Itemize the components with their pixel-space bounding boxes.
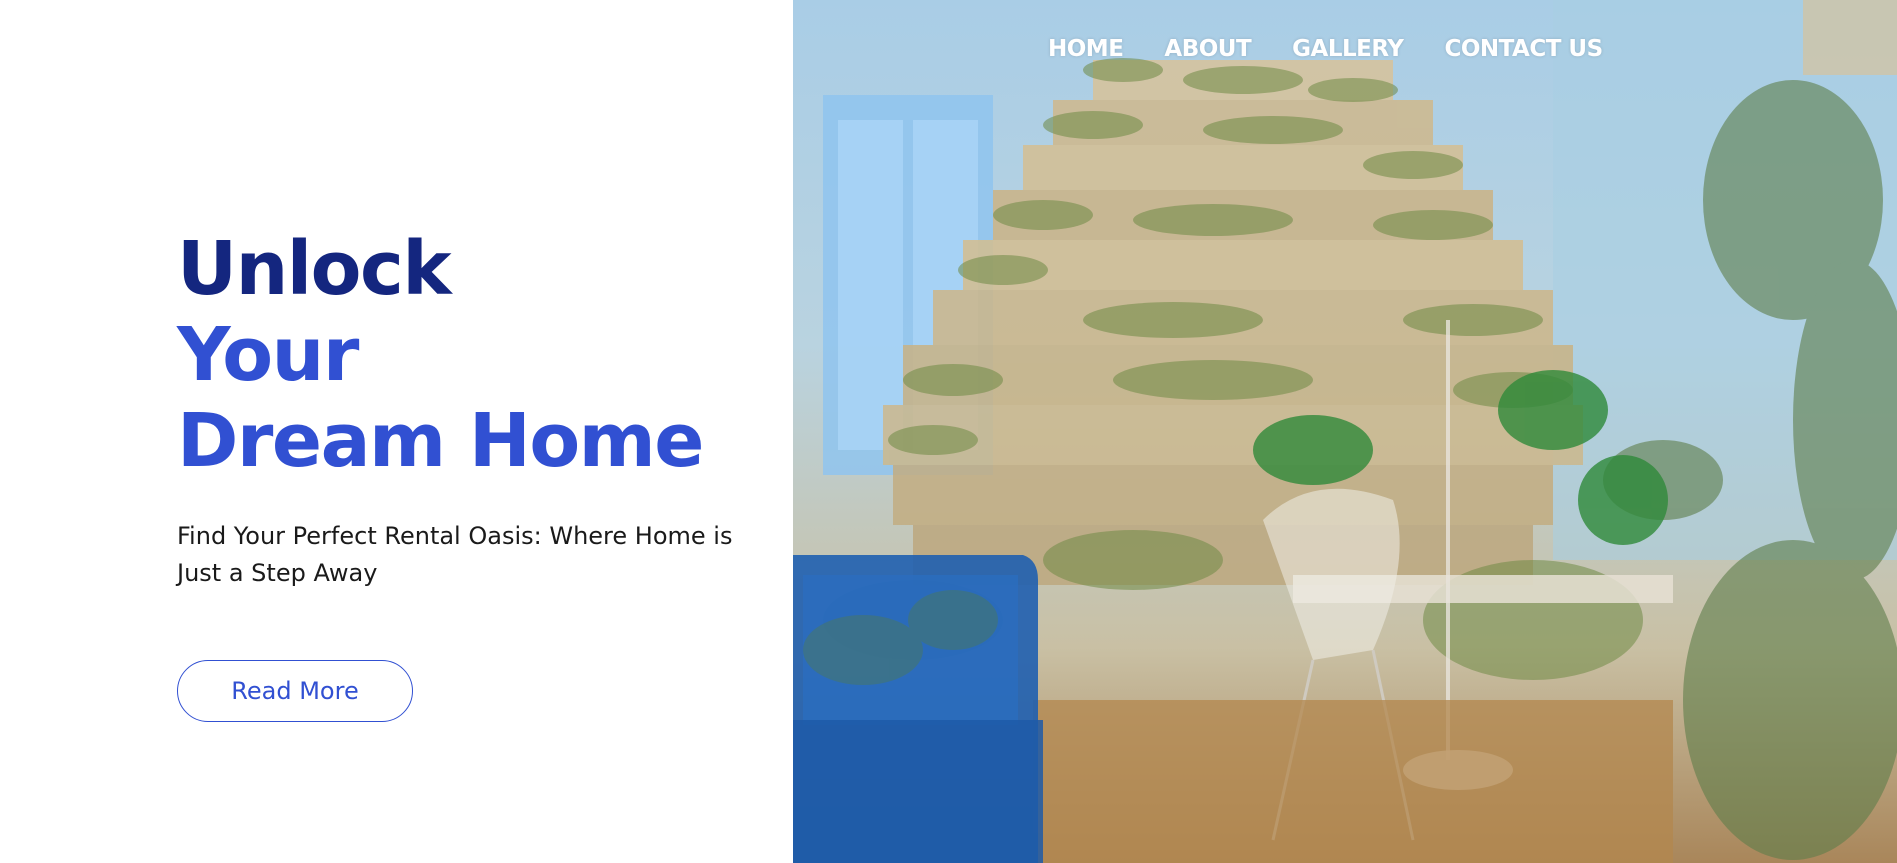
read-more-button[interactable]: Read More <box>177 660 413 722</box>
hero-image: HOME ABOUT GALLERY CONTACT US <box>793 0 1897 863</box>
main-nav: HOME ABOUT GALLERY CONTACT US <box>1048 36 1603 62</box>
hero-headline: Unlock Your Dream Home <box>177 226 704 484</box>
hero-tagline: Find Your Perfect Rental Oasis: Where Ho… <box>177 522 733 587</box>
nav-home[interactable]: HOME <box>1048 36 1124 62</box>
landing-page: Unlock Your Dream Home Find Your Perfect… <box>0 0 1897 863</box>
headline-line-2: Your <box>177 312 359 398</box>
nav-gallery[interactable]: GALLERY <box>1292 36 1404 62</box>
nav-contact-us[interactable]: CONTACT US <box>1444 36 1603 62</box>
headline-line-1: Unlock <box>177 226 452 312</box>
hero-text-panel: Unlock Your Dream Home Find Your Perfect… <box>0 0 793 863</box>
nav-about[interactable]: ABOUT <box>1164 36 1251 62</box>
hero-photo-collage <box>793 0 1897 863</box>
headline-line-3: Dream Home <box>177 398 704 484</box>
